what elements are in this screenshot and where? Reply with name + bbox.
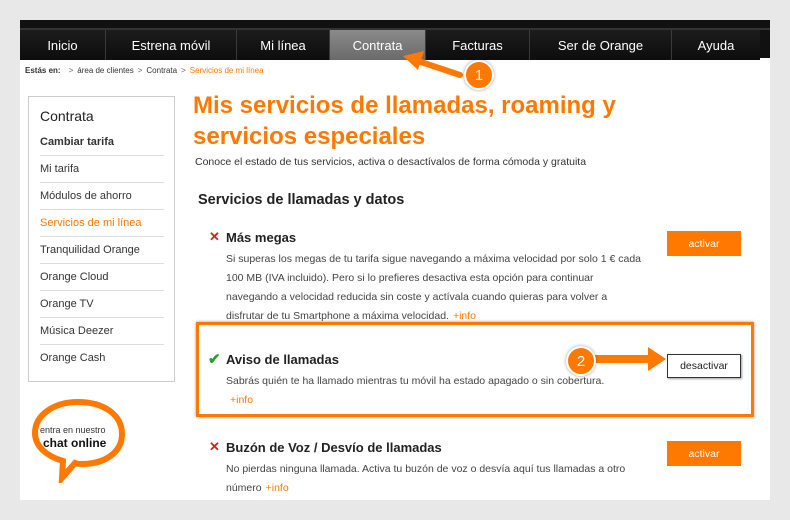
step-badge-1: 1	[464, 60, 494, 90]
annotation-arrows	[403, 51, 666, 371]
step-badge-2: 2	[566, 346, 596, 376]
page-frame: Inicio Estrena móvil Mi línea Contrata F…	[20, 20, 770, 500]
